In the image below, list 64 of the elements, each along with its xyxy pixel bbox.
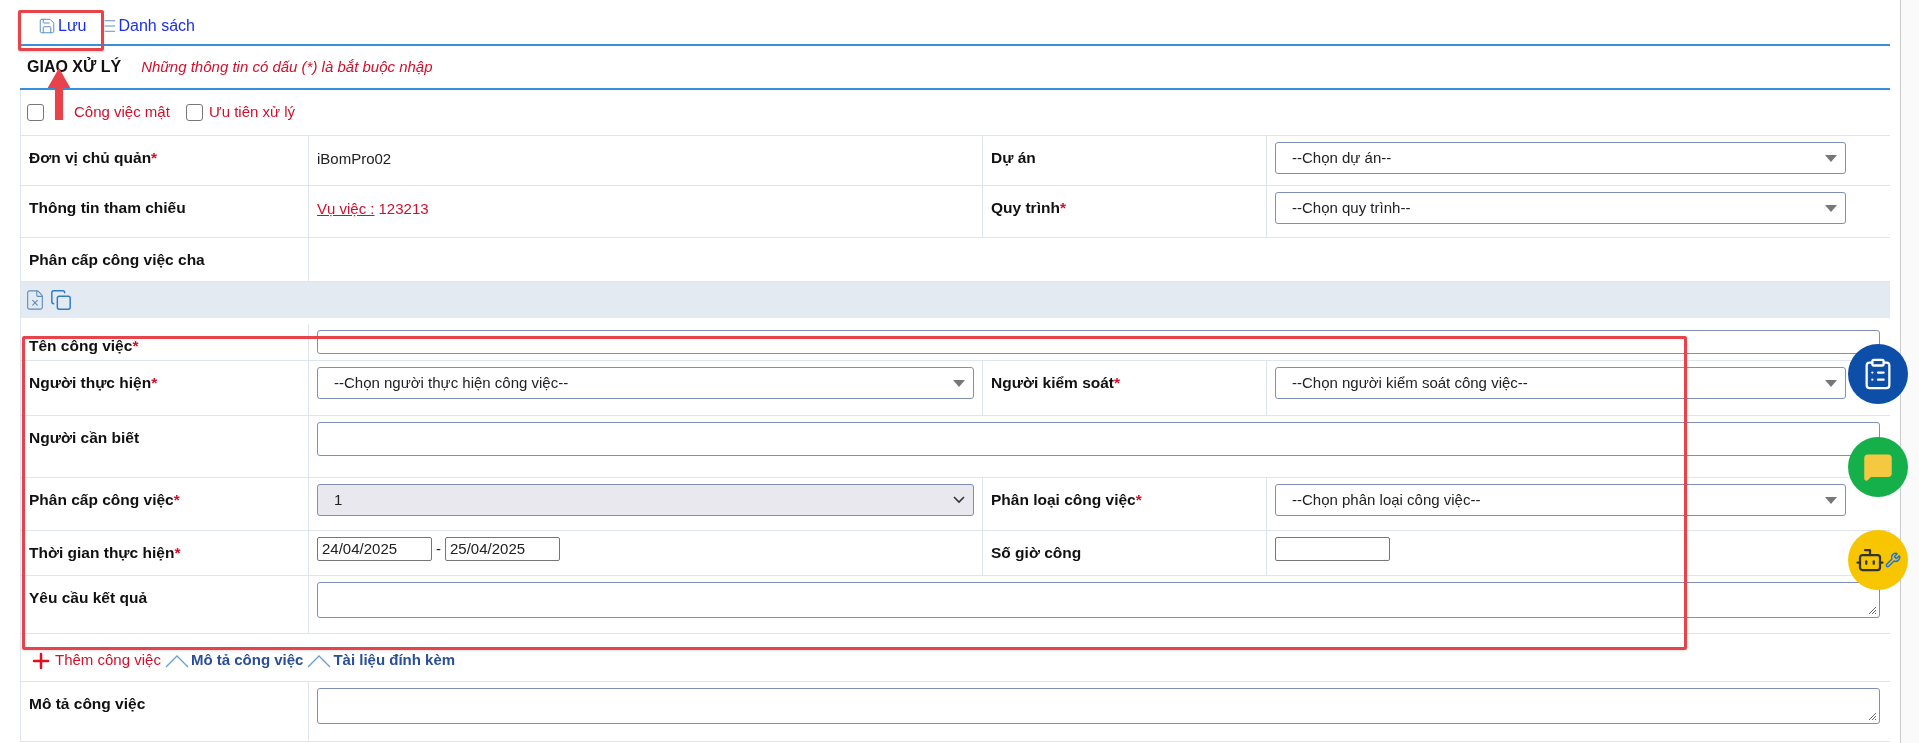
field-label: Phân loại công việc (991, 490, 1136, 510)
reference-number: 123213 (378, 199, 429, 219)
field-label: Số giờ công (991, 543, 1082, 563)
required-mark: * (1114, 373, 1121, 393)
select-field[interactable]: --Chọn quy trình-- (1275, 192, 1846, 224)
text-area[interactable] (317, 688, 1880, 724)
field-label: Phân cấp công việc cha (29, 250, 205, 270)
wrench-icon (1885, 552, 1901, 568)
required-mark: * (173, 490, 180, 510)
save-icon (38, 17, 56, 35)
field-label: Thời gian thực hiện (29, 543, 175, 563)
dropdown-arrow-icon (1825, 204, 1837, 212)
chevron-up-icon (307, 653, 332, 668)
checkbox-label: Công việc mật (74, 102, 170, 123)
resize-grip-icon (1867, 711, 1877, 721)
field-label: Người kiểm soát (991, 373, 1115, 393)
date-field[interactable]: 25/04/2025 (445, 537, 560, 561)
dropdown-arrow-icon (1825, 154, 1837, 162)
copy-icon[interactable] (50, 289, 72, 311)
chevron-down-icon (953, 496, 965, 504)
resize-grip-icon (1867, 605, 1877, 615)
field-label: Yêu cầu kết quả (29, 588, 147, 608)
field-label: Tên công việc (29, 336, 133, 356)
scrollbar[interactable] (1900, 0, 1919, 743)
input-field[interactable] (1275, 537, 1390, 561)
field-label: Thông tin tham chiếu (29, 198, 186, 218)
select-field[interactable]: --Chọn dự án-- (1275, 142, 1846, 174)
section-title: GIAO XỬ LÝ (27, 56, 122, 77)
required-mark: * (1135, 490, 1142, 510)
list-button[interactable]: Danh sách (98, 14, 195, 38)
required-note: Những thông tin có dấu (*) là bắt buộc nhập (141, 56, 433, 77)
required-mark: * (151, 373, 158, 393)
required-mark: * (151, 148, 158, 168)
add-task-link[interactable]: Thêm công việc (29, 648, 161, 673)
checkbox-label: Ưu tiên xử lý (208, 102, 296, 123)
field-label: Người cần biết (29, 428, 140, 448)
select-field[interactable]: --Chọn phân loại công việc-- (1275, 484, 1846, 516)
range-separator: - (436, 538, 441, 559)
reference-link[interactable]: Vụ việc : (317, 198, 375, 221)
field-label: Người thực hiện (29, 373, 152, 393)
field-label: Phân cấp công việc (29, 490, 174, 510)
section-toggle-link[interactable]: Tài liệu đính kèm (307, 649, 456, 672)
chat-icon (1863, 452, 1893, 482)
field-value: iBomPro02 (317, 149, 392, 169)
date-field[interactable]: 24/04/2025 (317, 537, 432, 561)
dropdown-arrow-icon (1825, 496, 1837, 504)
select-field[interactable]: --Chọn người thực hiện công việc-- (317, 367, 974, 399)
field-label: Dự án (991, 148, 1036, 168)
required-mark: * (174, 543, 181, 563)
checkbox[interactable] (27, 104, 44, 121)
dropdown-arrow-icon (1825, 379, 1837, 387)
select-field[interactable]: --Chọn người kiểm soát công việc-- (1275, 367, 1846, 399)
chevron-up-icon (164, 653, 189, 668)
required-mark: * (1059, 198, 1066, 218)
field-label: Mô tả công việc (29, 694, 146, 714)
required-mark: * (132, 336, 139, 356)
input-field[interactable] (317, 422, 1880, 456)
checkbox[interactable] (185, 104, 203, 121)
dropdown-arrow-icon (953, 379, 965, 387)
field-label: Quy trình (991, 198, 1060, 218)
save-button[interactable]: Lưu (38, 14, 87, 38)
field-label: Đơn vị chủ quản (29, 148, 152, 168)
section-toggle-link[interactable]: Mô tả công việc (164, 649, 304, 672)
delete-file-icon[interactable] (24, 289, 46, 311)
